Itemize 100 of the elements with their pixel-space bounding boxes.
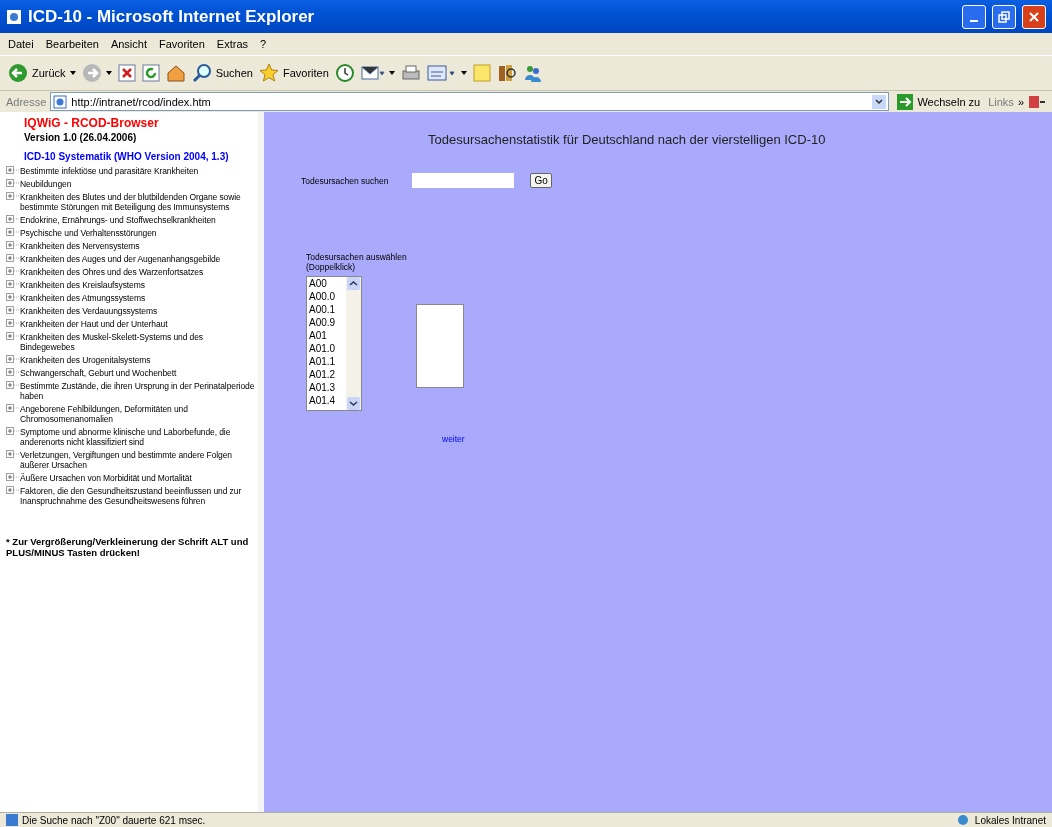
expand-icon[interactable] (6, 427, 20, 436)
expand-icon[interactable] (6, 267, 20, 276)
search-field[interactable] (412, 173, 515, 188)
tree-item[interactable]: Schwangerschaft, Geburt und Wochenbett (20, 368, 177, 378)
expand-icon[interactable] (6, 332, 20, 341)
toolbar-button[interactable]: Suchen (191, 63, 253, 83)
tree-item[interactable]: Krankheiten des Kreislaufsystems (20, 280, 145, 290)
dropdown-caret-icon[interactable] (460, 71, 467, 75)
list-option[interactable]: A01 (309, 329, 346, 342)
tree-item[interactable]: Krankheiten der Haut und der Unterhaut (20, 319, 168, 329)
list-option[interactable]: A00.1 (309, 303, 346, 316)
toolbar-button[interactable]: Favoriten (258, 63, 329, 83)
tree-item[interactable]: Krankheiten des Auges und der Augenanhangsgebilde (20, 254, 221, 264)
address-field[interactable]: http://intranet/rcod/index.htm (50, 92, 890, 111)
address-label: Adresse (6, 95, 47, 108)
expand-icon[interactable] (6, 228, 20, 237)
tree-item[interactable]: Psychische und Verhaltensstörungen (20, 228, 157, 238)
tree-item[interactable]: Krankheiten des Urogenitalsystems (20, 355, 151, 365)
dropdown-caret-icon[interactable] (69, 71, 76, 75)
list-option[interactable]: A01.0 (309, 342, 346, 355)
scroll-down-icon[interactable] (347, 397, 360, 410)
scrollbar[interactable] (346, 277, 361, 410)
expand-icon[interactable] (6, 166, 20, 175)
list-option[interactable]: A01.1 (309, 355, 346, 368)
list-option[interactable]: A00.9 (309, 316, 346, 329)
history-clock-icon[interactable] (334, 63, 355, 83)
books-icon[interactable] (496, 63, 517, 83)
menu-item[interactable]: Favoriten (159, 38, 205, 50)
search-label: Todesursachen suchen (301, 175, 389, 186)
mail-icon[interactable] (360, 64, 385, 82)
list-option[interactable]: A01.3 (309, 381, 346, 394)
expand-icon[interactable] (6, 368, 20, 377)
catalog-title: ICD-10 Systematik (WHO Version 2004, 1.3) (24, 151, 230, 162)
expand-icon[interactable] (6, 381, 20, 390)
tree-item[interactable]: Faktoren, die den Gesundheitszustand beeinflussen und zur Inanspruchnahme des Gesundheitswesens führen (20, 486, 256, 506)
menu-item[interactable]: Ansicht (110, 38, 147, 50)
expand-icon[interactable] (6, 179, 20, 188)
expand-icon[interactable] (6, 486, 20, 495)
tree-item[interactable]: Krankheiten des Blutes und der blutbildenden Organe sowie bestimmte Störungen mit Beteiligung des Immunsystems (20, 192, 256, 212)
expand-icon[interactable] (6, 254, 20, 263)
expand-icon[interactable] (6, 404, 20, 413)
close-icon (1029, 11, 1039, 22)
version-text: Version 1.0 (26.04.2006) (24, 132, 138, 143)
restore-button[interactable] (992, 4, 1016, 29)
expand-icon[interactable] (6, 192, 20, 201)
scroll-up-icon[interactable] (347, 277, 360, 290)
dropdown-caret-icon[interactable] (388, 71, 395, 75)
tree-item[interactable]: Endokrine, Ernährungs- und Stoffwechselkrankheiten (20, 215, 216, 225)
expand-icon[interactable] (6, 215, 20, 224)
tree-item[interactable]: Krankheiten des Atmungssystems (20, 293, 146, 303)
tree-item[interactable]: Krankheiten des Nervensystems (20, 241, 140, 251)
tree-item[interactable]: Krankheiten des Muskel-Skelett-Systems und des Bindegewebes (20, 332, 256, 352)
toolbar-button[interactable]: Zurück (8, 63, 76, 83)
close-button[interactable] (1022, 4, 1046, 29)
dropdown-caret-icon[interactable] (105, 71, 112, 75)
expand-icon[interactable] (6, 293, 20, 302)
dropdown-caret-icon[interactable] (872, 94, 887, 109)
tree-item[interactable]: Äußere Ursachen von Morbidität und Mortalität (20, 473, 192, 483)
go-button[interactable]: Wechseln zu (893, 93, 985, 110)
selected-listbox[interactable] (416, 304, 464, 388)
expand-icon[interactable] (6, 280, 20, 289)
home-icon[interactable] (165, 64, 186, 82)
star-icon (258, 63, 279, 83)
printer-icon[interactable] (400, 64, 421, 82)
menu-item[interactable]: Extras (216, 38, 249, 50)
status-text: Die Suche nach "Z00" dauerte 621 msec. (22, 814, 206, 826)
tree-item[interactable]: Angeborene Fehlbildungen, Deformitäten und Chromosomenanomalien (20, 404, 256, 424)
minimize-button[interactable] (962, 4, 986, 29)
window-title: ICD-10 - Microsoft Internet Explorer (28, 6, 315, 27)
list-option[interactable]: A01.2 (309, 368, 346, 381)
next-link[interactable]: weiter (442, 434, 465, 444)
tree-item[interactable]: Krankheiten des Ohres und des Warzenfortsatzes (20, 267, 204, 277)
list-option[interactable]: A01.4 (309, 394, 346, 407)
links-button[interactable]: Links (988, 95, 1014, 108)
tree-item[interactable]: Bestimmte Zustände, die ihren Ursprung in der Perinatalperiode haben (20, 381, 256, 401)
tree-item[interactable]: Bestimmte infektiöse und parasitäre Krankheiten (20, 166, 199, 176)
stop-icon[interactable] (117, 64, 136, 82)
tree-item[interactable]: Symptome und abnorme klinische und Laborbefunde, die anderenorts nicht klassifiziert sind (20, 427, 256, 447)
expand-icon[interactable] (6, 306, 20, 315)
refresh-icon[interactable] (141, 64, 160, 82)
page-icon (6, 814, 18, 826)
people-icon[interactable] (522, 63, 543, 83)
minimize-icon (970, 19, 978, 22)
menu-item[interactable]: Bearbeiten (45, 38, 99, 50)
menu-item[interactable]: ? (260, 38, 267, 50)
list-option[interactable]: A00.0 (309, 290, 346, 303)
expand-icon[interactable] (6, 241, 20, 250)
tree-item[interactable]: Neubildungen (20, 179, 72, 189)
expand-icon[interactable] (6, 355, 20, 364)
expand-icon[interactable] (6, 319, 20, 328)
expand-icon[interactable] (6, 450, 20, 459)
expand-icon[interactable] (6, 473, 20, 482)
list-option[interactable]: A00 (309, 277, 346, 290)
go-button[interactable]: Go (530, 173, 552, 188)
globe-icon (956, 814, 971, 826)
menu-item[interactable]: Datei (8, 38, 34, 50)
tree-item[interactable]: Krankheiten des Verdauungssystems (20, 306, 158, 316)
cause-listbox[interactable]: A00 A00.0 A00.1 A00.9 A01 A01.0 A01.1 A01.2 A01.3 A01.4 (306, 276, 362, 411)
more-chevron[interactable]: » (1017, 95, 1024, 108)
tree-item[interactable]: Verletzungen, Vergiftungen und bestimmte andere Folgen äußerer Ursachen (20, 450, 256, 470)
